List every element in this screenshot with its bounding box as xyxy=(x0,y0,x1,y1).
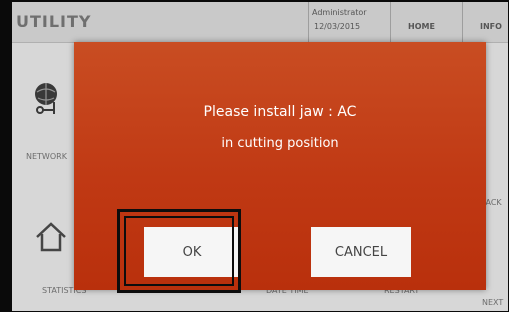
header-divider xyxy=(308,2,309,42)
dialog-message-line1: Please install jaw : AC xyxy=(203,104,357,120)
cancel-button[interactable]: CANCEL xyxy=(311,227,411,277)
top-bar: UTILITY Administrator 12/03/2015 HOME IN… xyxy=(12,2,508,43)
user-name: Administrator xyxy=(312,8,367,17)
dialog-message-line2: in cutting position xyxy=(221,136,339,151)
home-tab[interactable]: HOME xyxy=(408,22,435,31)
info-tab[interactable]: INFO xyxy=(480,22,502,31)
touch-screen: UTILITY Administrator 12/03/2015 HOME IN… xyxy=(12,2,508,311)
page-title: UTILITY xyxy=(16,12,92,31)
header-divider xyxy=(390,2,391,42)
focus-highlight-inner xyxy=(124,216,234,286)
current-date: 12/03/2015 xyxy=(314,22,361,31)
header-divider xyxy=(462,2,463,42)
